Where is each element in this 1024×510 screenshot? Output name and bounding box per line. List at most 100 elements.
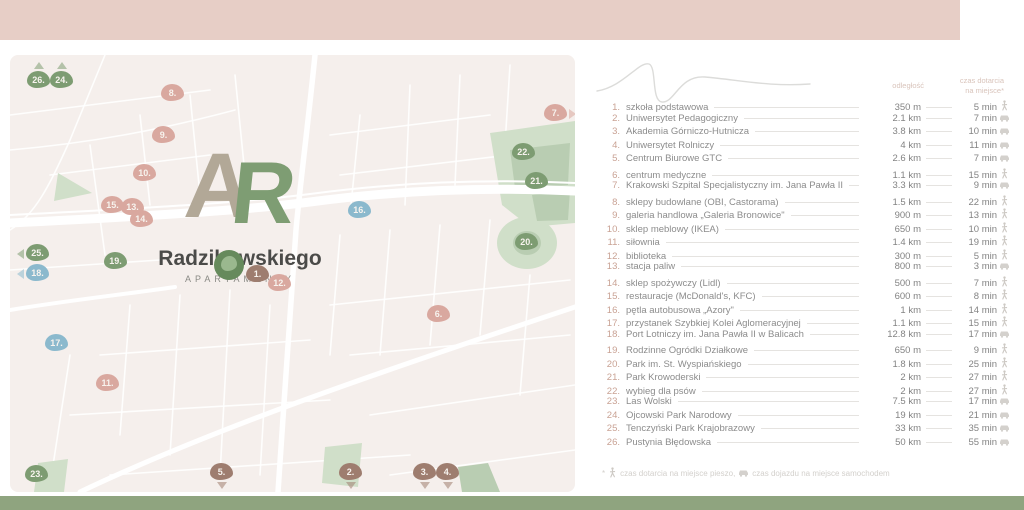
item-name: sklep spożywczy (Lidl)	[626, 278, 721, 289]
leader-line	[926, 175, 952, 176]
car-icon	[997, 262, 1012, 270]
item-number: 3.	[600, 126, 620, 137]
item-name: biblioteka	[626, 251, 666, 262]
item-time: 27 min	[957, 372, 997, 383]
distance-column-header: odległość	[820, 81, 924, 91]
leader-line	[740, 310, 859, 311]
item-time: 27 min	[957, 386, 997, 397]
car-icon	[997, 127, 1012, 135]
walk-icon	[997, 343, 1012, 354]
leader-line	[926, 215, 952, 216]
item-distance: 3.8 km	[865, 126, 921, 137]
list-item: 6.centrum medyczne1.1 km15 min	[600, 167, 1012, 181]
item-number: 2.	[600, 113, 620, 124]
offmap-arrow-left-icon	[17, 269, 24, 279]
item-distance: 350 m	[865, 102, 921, 113]
leader-line	[725, 229, 859, 230]
item-time: 35 min	[957, 423, 997, 434]
footnote-asterisk: *	[602, 469, 605, 478]
footnote-walk-text: czas dotarcia na miejsce pieszo,	[620, 469, 735, 478]
marker-number: 2.	[347, 467, 355, 477]
leader-line	[849, 185, 859, 186]
item-number: 18.	[600, 329, 620, 340]
item-name: Park Krowoderski	[626, 372, 700, 383]
list-item: 3.Akademia Górniczo-Hutnicza3.8 km10 min	[600, 126, 1012, 140]
item-number: 4.	[600, 140, 620, 151]
list-item: 14.sklep spożywczy (Lidl)500 m7 min	[600, 275, 1012, 289]
item-time: 15 min	[957, 170, 997, 181]
item-number: 23.	[600, 396, 620, 407]
leader-line	[706, 377, 859, 378]
car-icon	[997, 114, 1012, 122]
item-number: 20.	[600, 359, 620, 370]
car-icon	[997, 141, 1012, 149]
leader-line	[748, 364, 859, 365]
leader-line	[810, 334, 859, 335]
leader-line	[926, 323, 952, 324]
item-distance: 300 m	[865, 251, 921, 262]
item-name: galeria handlowa „Galeria Bronowice"	[626, 210, 785, 221]
leader-line	[926, 158, 952, 159]
item-number: 12.	[600, 251, 620, 262]
item-distance: 3.3 km	[865, 180, 921, 191]
list-item: 17.przystanek Szybkiej Kolei Aglomeracyj…	[600, 315, 1012, 329]
item-distance: 2.6 km	[865, 153, 921, 164]
list-item: 21.Park Krowoderski2 km27 min	[600, 369, 1012, 383]
item-distance: 2 km	[865, 372, 921, 383]
marker-number: 19.	[109, 256, 122, 266]
marker-number: 5.	[218, 467, 226, 477]
item-time: 8 min	[957, 291, 997, 302]
leader-line	[761, 428, 859, 429]
leader-line	[926, 185, 952, 186]
list-item: 7.Krakowski Szpital Specjalistyczny im. …	[600, 180, 1012, 194]
page: { "page": {"top_band_color": "#e7cec6", …	[0, 0, 1024, 510]
marker-number: 7.	[552, 108, 560, 118]
leader-line	[666, 242, 859, 243]
leader-line	[678, 401, 859, 402]
item-time: 9 min	[957, 345, 997, 356]
offmap-arrow-left-icon	[17, 249, 24, 259]
time-header-line2: na miejsce*	[965, 86, 1004, 95]
logo-subtitle: APARTAMENTY	[90, 274, 390, 284]
map-marker: 19.	[104, 252, 127, 269]
map-marker: 25.	[26, 244, 49, 261]
car-icon	[997, 154, 1012, 162]
map-marker: 6.	[427, 305, 450, 322]
leader-line	[785, 202, 859, 203]
map-marker: 21.	[525, 172, 548, 189]
time-column-header: czas dotarcia na miejsce*	[930, 76, 1004, 96]
item-distance: 50 km	[865, 437, 921, 448]
item-distance: 1.5 km	[865, 197, 921, 208]
marker-number: 11.	[101, 378, 113, 388]
list-item: 15.restauracje (McDonald's, KFC)600 m8 m…	[600, 288, 1012, 302]
item-name: Tenczyński Park Krajobrazowy	[626, 423, 755, 434]
leader-line	[738, 415, 859, 416]
item-time: 13 min	[957, 210, 997, 221]
offmap-arrow-down-icon	[420, 482, 430, 489]
list-item: 9.galeria handlowa „Galeria Bronowice"90…	[600, 207, 1012, 221]
leader-line	[926, 266, 952, 267]
list-item: 1.szkoła podstawowa350 m5 min	[600, 99, 1012, 113]
map-marker: 22.	[512, 143, 535, 160]
offmap-arrow-up-icon	[34, 62, 44, 69]
item-name: Centrum Biurowe GTC	[626, 153, 722, 164]
list-item: 25.Tenczyński Park Krajobrazowy33 km35 m…	[600, 423, 1012, 437]
footnote: *czas dotarcia na miejsce pieszo,czas do…	[602, 467, 890, 480]
item-number: 14.	[600, 278, 620, 289]
item-distance: 1.4 km	[865, 237, 921, 248]
leader-line	[926, 377, 952, 378]
marker-number: 3.	[421, 467, 429, 477]
map-marker: 7.	[544, 104, 567, 121]
leader-line	[926, 350, 952, 351]
item-distance: 1.1 km	[865, 170, 921, 181]
item-time: 21 min	[957, 410, 997, 421]
item-distance: 600 m	[865, 291, 921, 302]
item-time: 14 min	[957, 305, 997, 316]
item-number: 7.	[600, 180, 620, 191]
leader-line	[807, 323, 859, 324]
car-icon	[997, 424, 1012, 432]
apartment-location-marker	[214, 250, 244, 280]
item-time: 7 min	[957, 153, 997, 164]
item-distance: 1 km	[865, 305, 921, 316]
item-number: 17.	[600, 318, 620, 329]
